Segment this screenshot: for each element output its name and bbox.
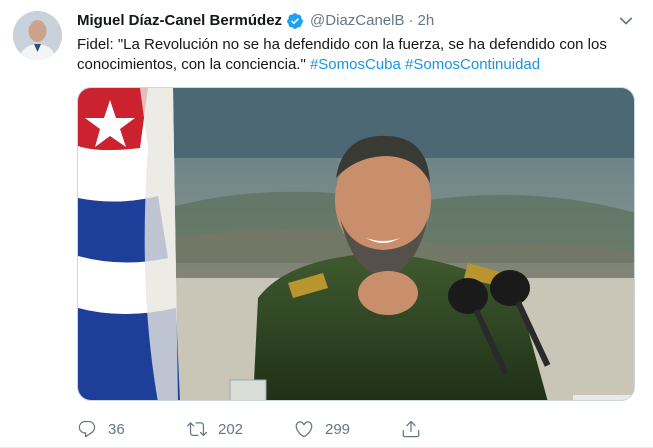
tweet-text: Fidel: "La Revolución no se ha defendido… <box>77 35 637 75</box>
author-handle[interactable]: @DiazCanelB <box>310 11 404 31</box>
hashtag-somoscuba[interactable]: #SomosCuba <box>310 56 401 73</box>
reply-button[interactable]: 36 <box>77 417 125 441</box>
reply-icon <box>78 420 96 438</box>
tweet[interactable]: Miguel Díaz-Canel Bermúdez @DiazCanelB ·… <box>0 0 653 448</box>
hashtag-somoscontinuidad[interactable]: #SomosContinuidad <box>405 56 540 73</box>
like-button[interactable]: 299 <box>294 417 350 441</box>
retweet-button[interactable]: 202 <box>187 417 243 441</box>
reply-count: 36 <box>108 420 125 438</box>
like-count: 299 <box>325 420 351 438</box>
like-icon <box>295 421 313 438</box>
tweet-header: Miguel Díaz-Canel Bermúdez @DiazCanelB ·… <box>77 10 434 32</box>
chevron-down-icon[interactable] <box>617 12 635 30</box>
tweet-actions: 36 202 299 <box>77 417 637 441</box>
avatar[interactable] <box>13 11 62 60</box>
retweet-icon <box>187 422 207 437</box>
verified-badge-icon <box>287 13 303 29</box>
share-icon <box>402 420 420 438</box>
timestamp[interactable]: 2h <box>417 11 434 31</box>
share-button[interactable] <box>401 417 421 441</box>
retweet-count: 202 <box>218 420 244 438</box>
header-separator: · <box>408 12 414 29</box>
tweet-photo[interactable] <box>77 87 635 401</box>
photo-image <box>78 88 634 400</box>
author-name[interactable]: Miguel Díaz-Canel Bermúdez <box>77 11 282 31</box>
avatar-image <box>13 11 62 60</box>
